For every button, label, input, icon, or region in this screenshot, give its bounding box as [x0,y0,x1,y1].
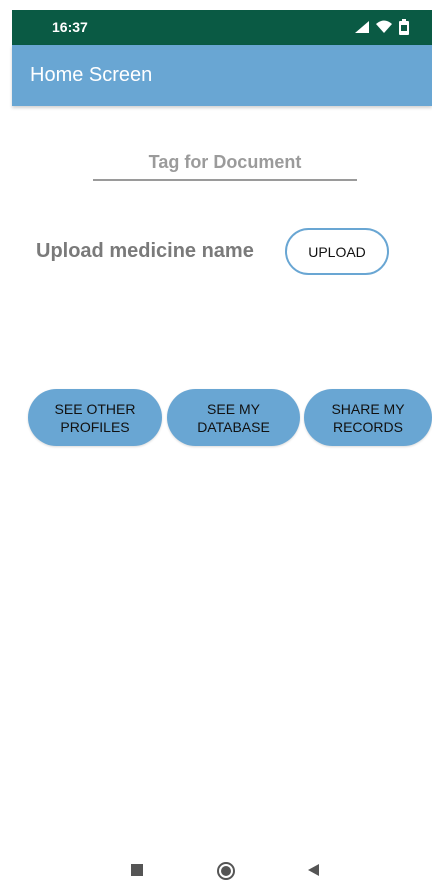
status-icons [354,19,410,35]
navigation-bar [0,858,432,882]
upload-medicine-label: Upload medicine name [36,240,254,262]
app-bar: Home Screen [12,45,432,106]
recents-square-icon[interactable] [130,863,144,877]
see-other-profiles-label: SEE OTHER PROFILES [54,400,136,435]
upload-button-label: UPLOAD [308,243,366,260]
home-screen: 16:37 Home Screen Tag for Document Uploa… [0,0,432,882]
share-my-records-button[interactable]: SHARE MY RECORDS [304,389,432,446]
signal-icon [355,21,369,33]
see-my-database-button[interactable]: SEE MY DATABASE [167,389,300,446]
status-bar: 16:37 [12,10,432,45]
app-title: Home Screen [30,64,153,86]
wifi-icon [376,20,392,33]
see-other-profiles-button[interactable]: SEE OTHER PROFILES [28,389,162,446]
status-time: 16:37 [52,19,88,35]
home-circle-icon[interactable] [216,861,236,881]
tag-input-placeholder: Tag for Document [148,152,302,172]
tag-for-document-input[interactable]: Tag for Document [93,148,357,181]
upload-button[interactable]: UPLOAD [285,228,389,275]
back-triangle-icon[interactable] [306,863,320,877]
see-my-database-label: SEE MY DATABASE [197,400,270,435]
battery-icon [399,19,409,35]
share-my-records-label: SHARE MY RECORDS [331,400,405,435]
